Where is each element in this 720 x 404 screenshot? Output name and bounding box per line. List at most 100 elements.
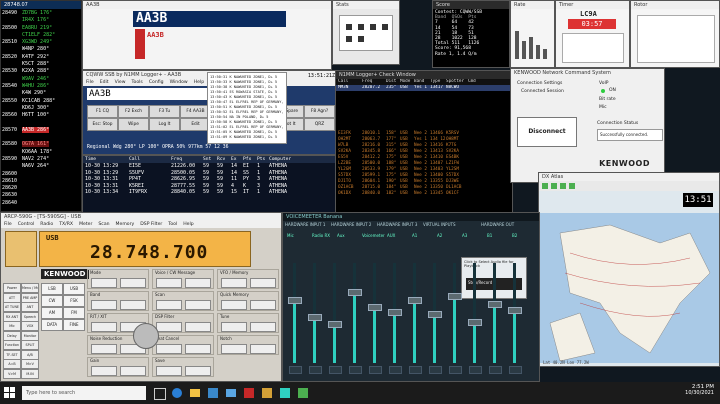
radio-panel-button[interactable]: [120, 300, 146, 310]
bandmap-call[interactable]: CT1ELF 282°: [22, 32, 55, 38]
radio-panel-button[interactable]: [120, 366, 146, 376]
bandmap-call[interactable]: H6TT 100°: [22, 112, 49, 118]
radio-left-button[interactable]: V>M: [3, 368, 21, 379]
log-column-header[interactable]: Ex: [231, 156, 243, 163]
mixer-mute-button[interactable]: [309, 366, 322, 374]
bandmap-row[interactable]: 28510 XG3WD 249°: [2, 39, 81, 46]
mixer-fader-knob[interactable]: [328, 321, 342, 328]
radio-left-button[interactable]: RX ANT: [3, 311, 21, 322]
bandmap-call[interactable]: XG3WD 249°: [22, 39, 52, 45]
bandmap-call[interactable]: K4W 290°: [22, 90, 46, 96]
entry-fkey-button[interactable]: QRZ: [304, 118, 335, 131]
map-tool-icon-2[interactable]: [551, 183, 557, 189]
radio-menu-item[interactable]: TX/RX: [59, 222, 73, 227]
radio-panel-button[interactable]: [91, 300, 117, 310]
radio-mode-button[interactable]: FSK: [63, 295, 85, 307]
bandmap-row[interactable]: K4W 290°: [2, 90, 81, 97]
radio-left-button[interactable]: Mic: [3, 321, 21, 331]
radio-panel-button[interactable]: [91, 322, 117, 332]
mixer-mute-button[interactable]: [349, 366, 362, 374]
entry-menu-item[interactable]: View: [115, 80, 126, 85]
mixer-app-icon[interactable]: [280, 388, 290, 398]
mixer-mute-button[interactable]: [449, 366, 462, 374]
bandmap-call[interactable]: NAV2 274°: [22, 156, 49, 162]
radio-mode-button[interactable]: USB: [63, 283, 85, 295]
bandmap-call[interactable]: AA3B 286°: [22, 126, 50, 133]
radio-left-button[interactable]: AT TUNE: [3, 302, 21, 312]
radio-panel-button[interactable]: [221, 278, 247, 288]
bandmap-call[interactable]: NA6V 264°: [22, 163, 49, 169]
start-icon[interactable]: [4, 387, 16, 399]
mixer-fader-knob[interactable]: [468, 319, 482, 326]
bandmap-row[interactable]: IR4X 176°: [2, 17, 81, 24]
radio-panel-button[interactable]: [91, 344, 117, 354]
radio-left-button[interactable]: PRE AMP: [21, 292, 39, 303]
bandmap-row[interactable]: W9AV 246°: [2, 76, 81, 83]
map-tool-icon-4[interactable]: [569, 183, 575, 189]
mixer-fader-knob[interactable]: [488, 301, 502, 308]
mixer-mute-button[interactable]: [369, 366, 382, 374]
taskbar-search-input[interactable]: Type here to search: [22, 386, 146, 400]
radio-menu-item[interactable]: Tool: [168, 222, 177, 227]
spots-list[interactable]: 13:50:31 K NAWUNTED ZONE1, D+ 5 13:50:33 …: [208, 73, 286, 142]
radio-panel-button[interactable]: [250, 322, 276, 332]
entry-fkey-button[interactable]: Log It: [149, 118, 180, 131]
bandmap-row[interactable]: 28540 W4HU 286°: [2, 83, 81, 90]
bandmap-row[interactable]: [2, 119, 81, 126]
radio-panel-button[interactable]: [250, 278, 276, 288]
radio-panel-button[interactable]: [156, 344, 182, 354]
log-column-header[interactable]: Pts: [257, 156, 269, 163]
bandmap-call[interactable]: W9AV 246°: [22, 76, 49, 82]
log-row[interactable]: 10-30 13:34 IT9FRX 28840.05 59 59 15 IT 1 ATHENA: [85, 189, 339, 196]
entry-menu-item[interactable]: Config: [149, 80, 164, 85]
bandmap-row[interactable]: 28610: [2, 178, 81, 185]
bandmap-row[interactable]: 28600: [2, 171, 81, 178]
radio-left-button[interactable]: Menu / Multi: [21, 283, 39, 293]
mixer-mute-button[interactable]: [429, 366, 442, 374]
radio-panel-button[interactable]: [156, 322, 182, 332]
check-selected-row[interactable]: MM3N 28207.2 235° USB Yes 1 13417 N8CWU: [336, 85, 512, 91]
mixer-fader-knob[interactable]: [368, 304, 382, 311]
entry-menu-item[interactable]: Help: [194, 80, 204, 85]
mixer-fader[interactable]: [508, 263, 522, 363]
mail-icon[interactable]: [226, 389, 236, 397]
radio-app-icon[interactable]: [262, 388, 272, 398]
entry-fkey-button[interactable]: Esc: Stop: [87, 118, 118, 131]
bandmap-row[interactable]: K5CT 288°: [2, 61, 81, 68]
radio-left-button[interactable]: ANT: [21, 302, 39, 312]
mixer-fader-knob[interactable]: [428, 311, 442, 318]
bandmap-row[interactable]: 28630: [2, 192, 81, 199]
radio-panel-button[interactable]: [120, 278, 146, 288]
mixer-fader[interactable]: [448, 263, 462, 363]
log-column-header[interactable]: Time: [85, 156, 129, 163]
entry-fkey-button[interactable]: F8 Agn?: [304, 105, 335, 118]
mixer-mute-button[interactable]: [509, 366, 522, 374]
mixer-fader-knob[interactable]: [308, 314, 322, 321]
mixer-mute-button[interactable]: [469, 366, 482, 374]
radio-panel-button[interactable]: [221, 300, 247, 310]
spot-line[interactable]: 13:51:09 K NAWUNTED ZONE1, D+ 5: [210, 135, 284, 140]
bandmap-row[interactable]: KO6AA 178°: [2, 149, 81, 156]
radio-left-button[interactable]: M>V: [21, 359, 39, 369]
bandmap-row[interactable]: 28550 KC1CAB 288°: [2, 98, 81, 105]
entry-fkey-button[interactable]: F1 CQ: [87, 105, 118, 118]
radio-panel-button[interactable]: [185, 322, 211, 332]
radio-panel-button[interactable]: [156, 300, 182, 310]
entry-menu-item[interactable]: File: [86, 80, 94, 85]
radio-left-button[interactable]: SPLIT: [21, 340, 39, 350]
radio-jog-dial[interactable]: [133, 323, 159, 349]
radio-panel-button[interactable]: [91, 366, 117, 376]
radio-left-button[interactable]: Speech: [21, 311, 39, 322]
bandmap-row[interactable]: NA6V 264°: [2, 163, 81, 170]
mixer-fader[interactable]: [308, 263, 322, 363]
log-column-header[interactable]: Pfx: [243, 156, 257, 163]
radio-left-button[interactable]: TF-SET: [3, 349, 21, 360]
mixer-fader-knob[interactable]: [348, 289, 362, 296]
log-column-header[interactable]: Computer: [269, 156, 299, 163]
entry-call-input[interactable]: AA3B: [87, 88, 209, 100]
mixer-fader[interactable]: [488, 263, 502, 363]
disconnect-button[interactable]: Disconnect: [517, 117, 577, 147]
bandmap-call[interactable]: W4HU 286°: [22, 83, 49, 89]
taskview-icon[interactable]: [154, 388, 166, 400]
radio-panel-button[interactable]: [156, 278, 182, 288]
